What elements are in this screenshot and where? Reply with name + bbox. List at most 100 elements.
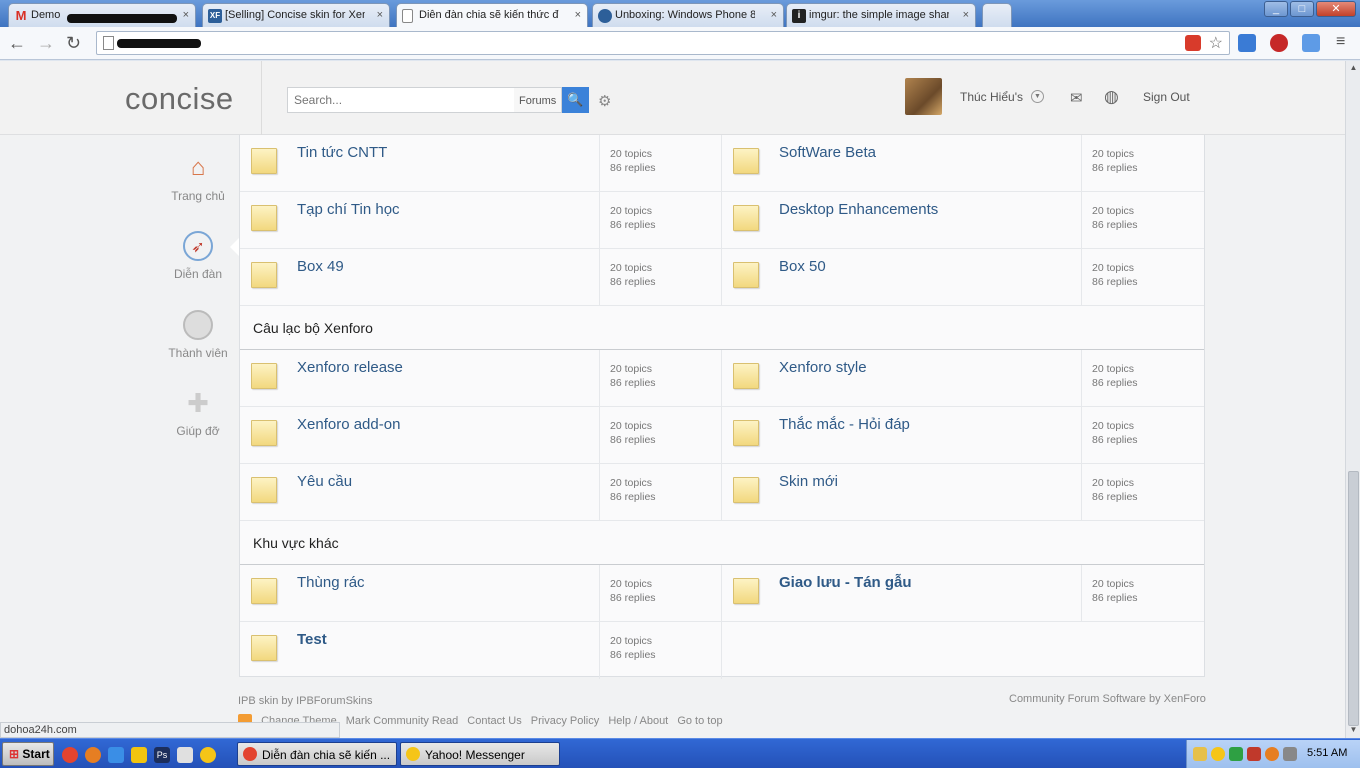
forum-title[interactable]: Xenforo release [297, 359, 403, 376]
forum-node[interactable]: Thùng rác 20 topics 86 replies [240, 565, 722, 622]
forum-title[interactable]: Box 50 [779, 258, 826, 275]
footer-credit[interactable]: IPB skin by IPBForumSkins [238, 695, 373, 707]
new-tab-button[interactable] [982, 3, 1012, 27]
notepad-icon[interactable] [177, 747, 193, 763]
tab-imgur[interactable]: i imgur: the simple image shar × [786, 3, 976, 27]
search-input[interactable] [287, 87, 515, 113]
username[interactable]: Thúc Hiểu's [960, 90, 1023, 104]
forum-title[interactable]: Desktop Enhancements [779, 201, 938, 218]
tab-xenforo-selling[interactable]: XF [Selling] Concise skin for Xen × [202, 3, 390, 27]
footer-link-contact[interactable]: Contact Us [467, 715, 521, 727]
forum-node[interactable]: Xenforo add-on 20 topics 86 replies [240, 407, 722, 464]
task-chrome-window[interactable]: Diễn đàn chia sẽ kiến ... [237, 742, 397, 766]
close-window-icon[interactable]: ✕ [1316, 1, 1356, 17]
tray-icon[interactable] [1193, 747, 1207, 761]
mail-icon[interactable]: ✉ [1070, 89, 1083, 107]
search-button[interactable]: 🔍 [562, 87, 589, 113]
yahoo-messenger-icon [406, 747, 420, 761]
sidebar-item-forums[interactable]: ➶ Diễn đàn [160, 231, 236, 281]
scroll-up-icon[interactable]: ▲ [1346, 63, 1360, 75]
tray-icon[interactable] [1247, 747, 1261, 761]
firefox-icon[interactable] [85, 747, 101, 763]
forward-icon[interactable]: → [37, 33, 55, 54]
forum-node[interactable]: Tạp chí Tin học 20 topics 86 replies [240, 192, 722, 249]
footer-link-help[interactable]: Help / About [608, 715, 668, 727]
extension-icon[interactable] [1238, 34, 1256, 52]
forum-title[interactable]: Test [297, 631, 327, 648]
category-header[interactable]: Câu lạc bộ Xenforo [240, 306, 1204, 350]
back-icon[interactable]: ← [8, 33, 26, 54]
chrome-icon[interactable] [62, 747, 78, 763]
forum-title[interactable]: Tin tức CNTT [297, 144, 387, 161]
site-logo[interactable]: concise [125, 81, 234, 117]
close-tab-icon[interactable]: × [963, 9, 969, 21]
forum-node[interactable]: SoftWare Beta 20 topics 86 replies [722, 135, 1204, 192]
forum-title[interactable]: Tạp chí Tin học [297, 201, 400, 218]
page-scrollbar[interactable]: ▲ ▼ [1345, 61, 1360, 738]
footer-software-credit[interactable]: Community Forum Software by XenForo [1009, 693, 1206, 705]
forum-title[interactable]: Box 49 [297, 258, 344, 275]
forum-node[interactable]: Skin mới 20 topics 86 replies [722, 464, 1204, 521]
task-yahoo-messenger[interactable]: Yahoo! Messenger [400, 742, 560, 766]
sidebar-item-help[interactable]: ✚ Giúp đỡ [160, 388, 236, 438]
chevron-down-icon[interactable]: ▼ [1031, 90, 1044, 103]
tab-forum-active[interactable]: Diễn đàn chia sẽ kiến thức đồ × [396, 3, 588, 28]
tab-unboxing[interactable]: Unboxing: Windows Phone 8 × [592, 3, 784, 27]
close-tab-icon[interactable]: × [377, 9, 383, 21]
sign-out-link[interactable]: Sign Out [1143, 90, 1190, 104]
forum-title[interactable]: Yêu cầu [297, 473, 352, 490]
forum-title[interactable]: Xenforo style [779, 359, 867, 376]
minimize-icon[interactable]: _ [1264, 1, 1288, 17]
forum-node[interactable]: Desktop Enhancements 20 topics 86 replies [722, 192, 1204, 249]
close-tab-icon[interactable]: × [183, 9, 189, 21]
photoshop-icon[interactable]: Ps [154, 747, 170, 763]
category-header[interactable]: Khu vực khác [240, 521, 1204, 565]
forum-node[interactable]: Yêu cầu 20 topics 86 replies [240, 464, 722, 521]
app-icon[interactable] [131, 747, 147, 763]
forum-title[interactable]: Xenforo add-on [297, 416, 400, 433]
forum-node[interactable]: Giao lưu - Tán gẫu 20 topics 86 replies [722, 565, 1204, 622]
tray-icon[interactable] [1265, 747, 1279, 761]
gear-icon[interactable]: ⚙ [598, 92, 611, 110]
forum-node[interactable]: Tin tức CNTT 20 topics 86 replies [240, 135, 722, 192]
forum-node[interactable]: Box 49 20 topics 86 replies [240, 249, 722, 306]
adblock-icon[interactable] [1270, 34, 1288, 52]
close-tab-icon[interactable]: × [575, 9, 581, 21]
forum-title[interactable]: Giao lưu - Tán gẫu [779, 574, 912, 591]
footer-link-mark-read[interactable]: Mark Community Read [346, 715, 458, 727]
sidebar-item-members[interactable]: Thành viên [160, 310, 236, 360]
close-tab-icon[interactable]: × [771, 9, 777, 21]
scrollbar-thumb[interactable] [1348, 471, 1359, 726]
forum-node[interactable]: Xenforo style 20 topics 86 replies [722, 350, 1204, 407]
forum-title[interactable]: Thắc mắc - Hỏi đáp [779, 416, 910, 433]
tray-icon[interactable] [1211, 747, 1225, 761]
extension-icon[interactable] [1185, 35, 1201, 51]
globe-icon[interactable]: ◍ [1104, 87, 1119, 107]
forum-title[interactable]: Thùng rác [297, 574, 365, 591]
scroll-down-icon[interactable]: ▼ [1346, 725, 1360, 737]
forum-title[interactable]: SoftWare Beta [779, 144, 876, 161]
footer-link-top[interactable]: Go to top [677, 715, 722, 727]
clock[interactable]: 5:51 AM [1307, 747, 1347, 759]
extension-icon[interactable] [1302, 34, 1320, 52]
tab-gmail[interactable]: M Demo × [8, 3, 196, 27]
yahoo-messenger-icon[interactable] [200, 747, 216, 763]
address-bar[interactable]: ☆ [96, 31, 1230, 55]
search-scope[interactable]: Forums [514, 87, 562, 113]
forum-node[interactable]: Thắc mắc - Hỏi đáp 20 topics 86 replies [722, 407, 1204, 464]
ie-icon[interactable] [108, 747, 124, 763]
forum-title[interactable]: Skin mới [779, 473, 838, 490]
network-icon[interactable] [1229, 747, 1243, 761]
forum-node[interactable]: Test 20 topics 86 replies [240, 622, 722, 679]
volume-icon[interactable] [1283, 747, 1297, 761]
wrench-menu-icon[interactable]: ≡ [1336, 33, 1345, 51]
maximize-icon[interactable]: □ [1290, 1, 1314, 17]
reload-icon[interactable]: ↻ [66, 33, 81, 54]
sidebar-item-home[interactable]: ⌂ Trang chủ [160, 153, 236, 203]
footer-link-privacy[interactable]: Privacy Policy [531, 715, 599, 727]
forum-node[interactable]: Box 50 20 topics 86 replies [722, 249, 1204, 306]
bookmark-star-icon[interactable]: ☆ [1209, 33, 1223, 53]
avatar[interactable] [905, 78, 942, 115]
forum-node[interactable]: Xenforo release 20 topics 86 replies [240, 350, 722, 407]
start-button[interactable]: ⊞ Start [2, 742, 54, 766]
